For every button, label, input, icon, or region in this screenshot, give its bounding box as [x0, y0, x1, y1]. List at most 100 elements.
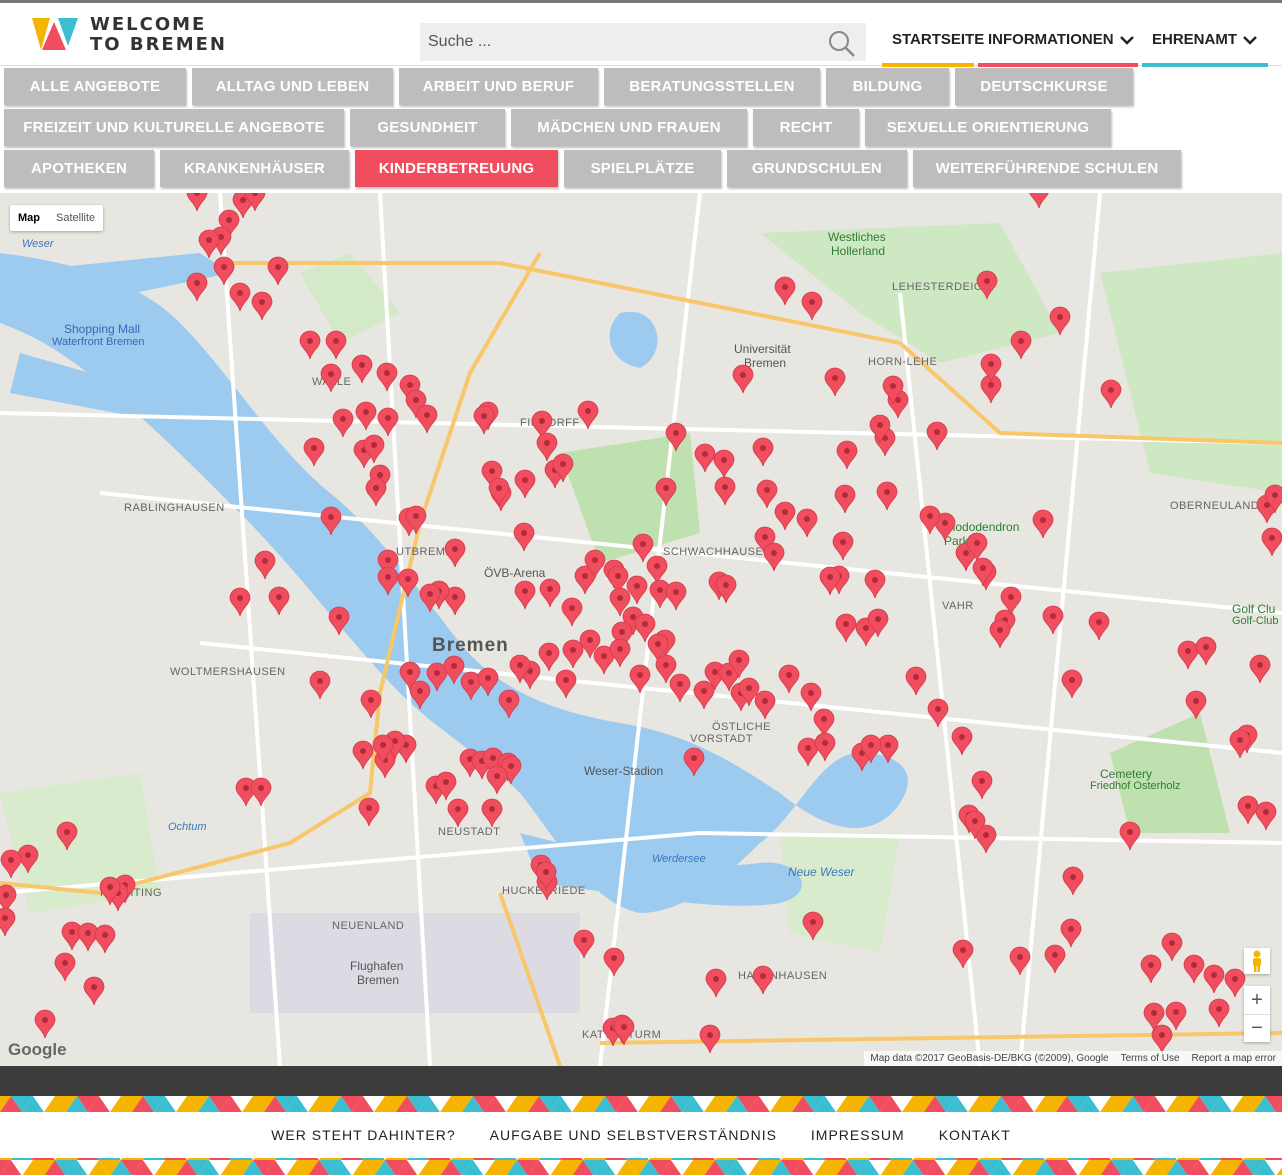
map-marker[interactable]	[514, 580, 536, 610]
category-alle-angebote[interactable]: ALLE ANGEBOTE	[4, 68, 186, 105]
map-marker[interactable]	[447, 798, 469, 828]
map-marker[interactable]	[613, 1016, 635, 1046]
footer-link-impressum[interactable]: IMPRESSUM	[811, 1127, 905, 1143]
map-marker[interactable]	[320, 506, 342, 536]
map-marker[interactable]	[56, 821, 78, 851]
map-marker[interactable]	[1203, 964, 1225, 994]
map-marker[interactable]	[539, 578, 561, 608]
category-bildung[interactable]: BILDUNG	[826, 68, 949, 105]
streetview-pegman-icon[interactable]	[1244, 948, 1270, 974]
map-marker[interactable]	[0, 907, 16, 937]
map-marker[interactable]	[538, 642, 560, 672]
map-marker[interactable]	[1009, 946, 1031, 976]
map-marker[interactable]	[864, 569, 886, 599]
map-marker[interactable]	[34, 1009, 56, 1039]
map-marker[interactable]	[876, 481, 898, 511]
category-kinderbetreuung[interactable]: KINDERBETREUUNG	[355, 150, 558, 187]
map-marker[interactable]	[836, 440, 858, 470]
category-apotheken[interactable]: APOTHEKEN	[4, 150, 154, 187]
map-marker[interactable]	[629, 664, 651, 694]
map-marker[interactable]	[632, 533, 654, 563]
search-input[interactable]	[420, 23, 820, 61]
map-marker[interactable]	[186, 272, 208, 302]
map-marker[interactable]	[267, 256, 289, 286]
terms-link[interactable]: Terms of Use	[1121, 1053, 1180, 1064]
map-marker[interactable]	[951, 726, 973, 756]
map-marker[interactable]	[320, 363, 342, 393]
map-marker[interactable]	[1255, 801, 1277, 831]
map-marker[interactable]	[752, 965, 774, 995]
zoom-out-button[interactable]: −	[1244, 1014, 1270, 1042]
map-marker[interactable]	[814, 732, 836, 762]
map-marker[interactable]	[360, 689, 382, 719]
map-marker[interactable]	[714, 476, 736, 506]
map-marker[interactable]	[1061, 669, 1083, 699]
map-marker[interactable]	[834, 484, 856, 514]
map-type-satellite[interactable]: Satellite	[48, 205, 103, 231]
map-marker[interactable]	[577, 400, 599, 430]
map-marker[interactable]	[927, 698, 949, 728]
map-marker[interactable]	[419, 583, 441, 613]
category-sexuelle-orientierung[interactable]: SEXUELLE ORIENTIERUNG	[865, 109, 1111, 146]
map-marker[interactable]	[332, 408, 354, 438]
map-marker[interactable]	[1208, 998, 1230, 1028]
map-marker[interactable]	[971, 770, 993, 800]
map-marker[interactable]	[976, 270, 998, 300]
map-marker[interactable]	[824, 367, 846, 397]
map-marker[interactable]	[514, 469, 536, 499]
map-marker[interactable]	[603, 947, 625, 977]
map-marker[interactable]	[1044, 944, 1066, 974]
map-marker[interactable]	[397, 568, 419, 598]
map-marker[interactable]	[473, 405, 495, 435]
map-marker[interactable]	[1029, 193, 1049, 209]
map-marker[interactable]	[669, 673, 691, 703]
map-marker[interactable]	[926, 421, 948, 451]
map-marker[interactable]	[229, 587, 251, 617]
map-marker[interactable]	[802, 911, 824, 941]
map-marker[interactable]	[694, 443, 716, 473]
report-error-link[interactable]: Report a map error	[1192, 1053, 1276, 1064]
map-marker[interactable]	[229, 282, 251, 312]
map-marker[interactable]	[562, 639, 584, 669]
map-marker[interactable]	[1177, 640, 1199, 670]
map-marker[interactable]	[1060, 918, 1082, 948]
category-freizeit[interactable]: FREIZEIT UND KULTURELLE ANGEBOTE	[4, 109, 344, 146]
search-icon[interactable]	[828, 30, 856, 63]
map-marker[interactable]	[213, 256, 235, 286]
map-marker[interactable]	[693, 680, 715, 710]
map-marker[interactable]	[778, 664, 800, 694]
map-marker[interactable]	[1165, 1001, 1187, 1031]
map-marker[interactable]	[351, 354, 373, 384]
map-marker[interactable]	[573, 929, 595, 959]
map-marker[interactable]	[198, 229, 220, 259]
map-marker[interactable]	[801, 291, 823, 321]
map-marker[interactable]	[835, 613, 857, 643]
map-marker[interactable]	[83, 976, 105, 1006]
map-marker[interactable]	[325, 330, 347, 360]
category-weiterfuehrende-schulen[interactable]: WEITERFÜHRENDE SCHULEN	[913, 150, 1181, 187]
map-marker[interactable]	[477, 667, 499, 697]
map-marker[interactable]	[416, 404, 438, 434]
map-marker[interactable]	[832, 531, 854, 561]
map-marker[interactable]	[754, 690, 776, 720]
map-marker[interactable]	[732, 364, 754, 394]
category-maedchen-und-frauen[interactable]: MÄDCHEN UND FRAUEN	[511, 109, 747, 146]
map-marker[interactable]	[905, 666, 927, 696]
map-marker[interactable]	[303, 437, 325, 467]
nav-startseite[interactable]: STARTSEITE	[880, 25, 984, 67]
footer-link-aufgabe[interactable]: AUFGABE UND SELBSTVERSTÄNDNIS	[490, 1127, 777, 1143]
map-marker[interactable]	[1185, 690, 1207, 720]
map-type-map[interactable]: Map	[10, 205, 48, 231]
map-marker[interactable]	[774, 501, 796, 531]
nav-ehrenamt[interactable]: EHRENAMT	[1140, 25, 1270, 67]
map-marker[interactable]	[358, 797, 380, 827]
map-marker[interactable]	[756, 479, 778, 509]
map-marker[interactable]	[1119, 821, 1141, 851]
map-marker[interactable]	[800, 682, 822, 712]
category-deutschkurse[interactable]: DEUTSCHKURSE	[955, 68, 1133, 105]
map-marker[interactable]	[1261, 527, 1282, 557]
map-marker[interactable]	[774, 276, 796, 306]
map-marker[interactable]	[268, 586, 290, 616]
map-marker[interactable]	[1100, 379, 1122, 409]
map-marker[interactable]	[444, 538, 466, 568]
